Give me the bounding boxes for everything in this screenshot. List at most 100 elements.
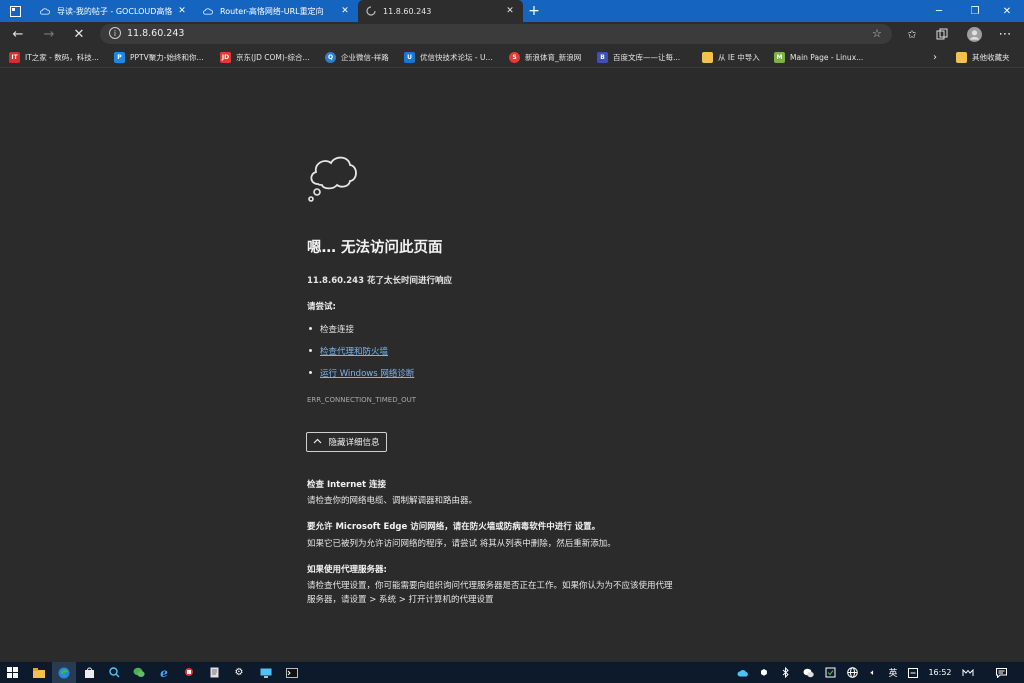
uxin-icon: U bbox=[404, 51, 415, 63]
close-tab-icon[interactable]: ✕ bbox=[503, 6, 517, 16]
wechat-tray-icon[interactable] bbox=[801, 666, 815, 679]
stop-loading-icon[interactable]: ✕ bbox=[65, 22, 93, 46]
folder-icon bbox=[956, 51, 967, 63]
collections-icon[interactable] bbox=[928, 22, 956, 46]
windows-start-icon[interactable] bbox=[0, 662, 24, 683]
store-icon[interactable] bbox=[77, 662, 101, 683]
tab-title: 11.8.60.243 bbox=[383, 6, 432, 16]
remote-desktop-icon[interactable] bbox=[254, 662, 278, 683]
notepad-icon[interactable] bbox=[202, 662, 226, 683]
section-title-check-internet: 检查 Internet 连接 bbox=[307, 480, 387, 490]
package-tray-icon[interactable]: ⬢ bbox=[757, 666, 771, 679]
section-title-proxy: 如果使用代理服务器: bbox=[307, 565, 387, 575]
pptv-icon: P bbox=[114, 51, 125, 63]
app-icon-red[interactable] bbox=[177, 662, 201, 683]
section-text: 请检查代理设置，你可能需要向组织询问代理服务器是否正在工作。如果你认为为不应该使… bbox=[307, 581, 673, 591]
bookmark-wework[interactable]: Q 企业微信-祥路 bbox=[325, 50, 389, 64]
bookmark-label: 京东(JD COM)-综合... bbox=[236, 52, 310, 62]
bookmark-folder-ie-import[interactable]: 从 IE 中导入 bbox=[702, 50, 760, 64]
taskbar: e ⚙ ⬢ 🔈︎ 英 16:52 bbox=[0, 662, 1024, 683]
bookmark-uxin[interactable]: U 优信快技术论坛 - U... bbox=[404, 50, 493, 64]
security-tray-icon[interactable] bbox=[823, 666, 837, 679]
ithome-icon: IT bbox=[9, 51, 20, 63]
loading-spinner-icon bbox=[366, 6, 376, 16]
tab-2[interactable]: Router-高恪网络-URL重定向 ✕ bbox=[195, 0, 358, 22]
bullet bbox=[309, 327, 312, 330]
favorites-icon[interactable]: ✩ bbox=[898, 22, 926, 46]
system-clock[interactable]: 16:52 bbox=[925, 666, 955, 679]
hide-details-label: 隐藏详细信息 bbox=[328, 438, 380, 448]
network-globe-icon[interactable] bbox=[845, 666, 859, 679]
link-check-proxy-firewall[interactable]: 检查代理和防火墙 bbox=[320, 345, 388, 357]
tab-3-active[interactable]: 11.8.60.243 ✕ bbox=[358, 0, 523, 22]
internet-explorer-icon[interactable]: e bbox=[152, 662, 176, 683]
tab-1[interactable]: 导读-我的帖子 - GOCLOUD高恪 ✕ bbox=[32, 0, 195, 22]
volume-icon[interactable]: 🔈︎ bbox=[866, 666, 880, 679]
address-bar[interactable]: i 11.8.60.243 ☆ bbox=[100, 24, 892, 44]
settings-gear-icon[interactable]: ⚙ bbox=[227, 662, 251, 683]
title-bar: 导读-我的帖子 - GOCLOUD高恪 ✕ Router-高恪网络-URL重定向… bbox=[0, 0, 1024, 22]
bookmark-sina[interactable]: S 新浪体育_新浪网 bbox=[509, 50, 581, 64]
bookmark-pptv[interactable]: P PPTV聚力-始终和你... bbox=[114, 50, 204, 64]
page-title: 嗯… 无法访问此页面 bbox=[307, 240, 443, 256]
bookmark-label: PPTV聚力-始终和你... bbox=[130, 52, 204, 62]
folder-icon bbox=[702, 51, 713, 63]
wechat-icon[interactable] bbox=[127, 662, 151, 683]
tab-title: 导读-我的帖子 - GOCLOUD高恪 bbox=[57, 6, 173, 16]
notifications-icon[interactable] bbox=[994, 666, 1008, 679]
hide-details-button[interactable]: 隐藏详细信息 bbox=[306, 432, 387, 452]
edge-browser-icon[interactable] bbox=[52, 662, 76, 683]
tab-actions-icon[interactable] bbox=[3, 0, 27, 22]
jd-icon: JD bbox=[220, 51, 231, 63]
back-icon[interactable]: ← bbox=[4, 22, 32, 46]
cloud-icon bbox=[40, 6, 50, 16]
close-tab-icon[interactable]: ✕ bbox=[338, 6, 352, 16]
bullet bbox=[309, 371, 312, 374]
bookmark-jd[interactable]: JD 京东(JD COM)-综合... bbox=[220, 50, 310, 64]
section-title-allow-edge: 要允许 Microsoft Edge 访问网络，请在防火墙或防病毒软件中进行 设… bbox=[307, 522, 601, 532]
show-desktop-icon[interactable] bbox=[961, 666, 975, 679]
bookmark-label: 企业微信-祥路 bbox=[341, 52, 389, 62]
profile-avatar[interactable] bbox=[960, 22, 988, 46]
bookmark-baidu-wenku[interactable]: B 百度文库——让每... bbox=[597, 50, 680, 64]
link-windows-network-diagnostics[interactable]: 运行 Windows 网络诊断 bbox=[320, 367, 414, 379]
section-text: 请检查你的网络电缆、调制解调器和路由器。 bbox=[307, 496, 478, 506]
sina-weibo-icon: S bbox=[509, 51, 520, 63]
error-page: 嗯… 无法访问此页面 11.8.60.243 花了太长时间进行响应 请尝试: 检… bbox=[0, 68, 1024, 662]
site-info-icon[interactable]: i bbox=[109, 27, 121, 39]
new-tab-button[interactable]: + bbox=[523, 0, 545, 22]
bullet bbox=[309, 349, 312, 352]
bookmark-folder-other[interactable]: 其他收藏夹 bbox=[956, 50, 1010, 64]
favorites-bar: IT IT之家 - 数码，科技... P PPTV聚力-始终和你... JD 京… bbox=[0, 46, 1024, 68]
bookmark-label: 百度文库——让每... bbox=[613, 52, 681, 62]
minimize-icon[interactable]: ─ bbox=[922, 0, 956, 22]
bookmark-label: 其他收藏夹 bbox=[972, 52, 1010, 62]
thought-cloud-icon bbox=[305, 152, 359, 208]
forward-icon[interactable]: → bbox=[35, 22, 63, 46]
chevron-right-icon[interactable]: › bbox=[933, 50, 937, 64]
restore-icon[interactable]: ❐ bbox=[958, 0, 992, 22]
search-app-icon[interactable] bbox=[102, 662, 126, 683]
bookmark-label: IT之家 - 数码，科技... bbox=[25, 52, 99, 62]
bookmark-label: 优信快技术论坛 - U... bbox=[420, 52, 493, 62]
terminal-icon[interactable] bbox=[280, 662, 304, 683]
bookmark-label: 从 IE 中导入 bbox=[718, 52, 760, 62]
bookmark-linux-main-page[interactable]: M Main Page - Linux... bbox=[774, 50, 863, 64]
bookmark-ithome[interactable]: IT IT之家 - 数码，科技... bbox=[9, 50, 99, 64]
more-options-icon[interactable]: ⋯ bbox=[991, 22, 1019, 46]
baidu-wenku-icon: B bbox=[597, 51, 608, 63]
ime-mode-icon[interactable] bbox=[906, 666, 920, 679]
input-method-indicator[interactable]: 英 bbox=[886, 666, 900, 679]
wework-icon: Q bbox=[325, 51, 336, 63]
close-tab-icon[interactable]: ✕ bbox=[175, 6, 189, 16]
error-code: ERR_CONNECTION_TIMED_OUT bbox=[307, 396, 417, 404]
add-favorite-icon[interactable]: ☆ bbox=[872, 27, 882, 40]
host-line: 11.8.60.243 花了太长时间进行响应 bbox=[307, 276, 452, 286]
navigation-bar: ← → ✕ i 11.8.60.243 ☆ ✩ ⋯ bbox=[0, 22, 1024, 46]
onedrive-cloud-icon[interactable] bbox=[736, 666, 750, 679]
close-window-icon[interactable]: ✕ bbox=[990, 0, 1024, 22]
bluetooth-icon[interactable] bbox=[779, 666, 793, 679]
section-text: 服务器，请设置 > 系统 > 打开计算机的代理设置 bbox=[307, 595, 494, 605]
address-url[interactable]: 11.8.60.243 bbox=[127, 28, 184, 39]
file-explorer-icon[interactable] bbox=[27, 662, 51, 683]
